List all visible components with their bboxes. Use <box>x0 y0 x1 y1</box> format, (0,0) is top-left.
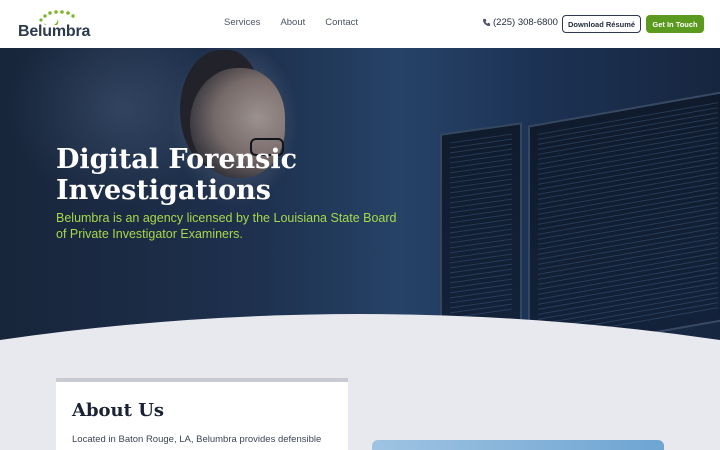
about-text: Located in Baton Rouge, LA, Belumbra pro… <box>72 434 322 445</box>
hero-wave-divider <box>0 314 720 360</box>
phone-link[interactable]: (225) 308-6800 <box>482 17 558 28</box>
download-resume-button[interactable]: Download Résumé <box>562 15 641 33</box>
main-nav: Services About Contact <box>224 17 358 28</box>
nav-services[interactable]: Services <box>224 17 260 28</box>
site-header: Belumbra Services About Contact (225) 30… <box>0 0 720 48</box>
about-card: About Us Located in Baton Rouge, LA, Bel… <box>56 378 348 450</box>
logo[interactable]: Belumbra <box>18 9 98 41</box>
hero-section: Digital Forensic Investigations Belumbra… <box>0 48 720 340</box>
phone-number: (225) 308-6800 <box>493 17 558 28</box>
nav-contact[interactable]: Contact <box>325 17 358 28</box>
hero-title: Digital Forensic Investigations <box>56 144 298 206</box>
get-in-touch-button[interactable]: Get In Touch <box>646 15 704 33</box>
phone-icon <box>482 18 491 27</box>
about-image <box>372 440 664 450</box>
nav-about[interactable]: About <box>280 17 305 28</box>
hero-subtitle: Belumbra is an agency licensed by the Lo… <box>56 211 397 241</box>
logo-text: Belumbra <box>18 23 91 40</box>
about-title: About Us <box>72 400 165 421</box>
